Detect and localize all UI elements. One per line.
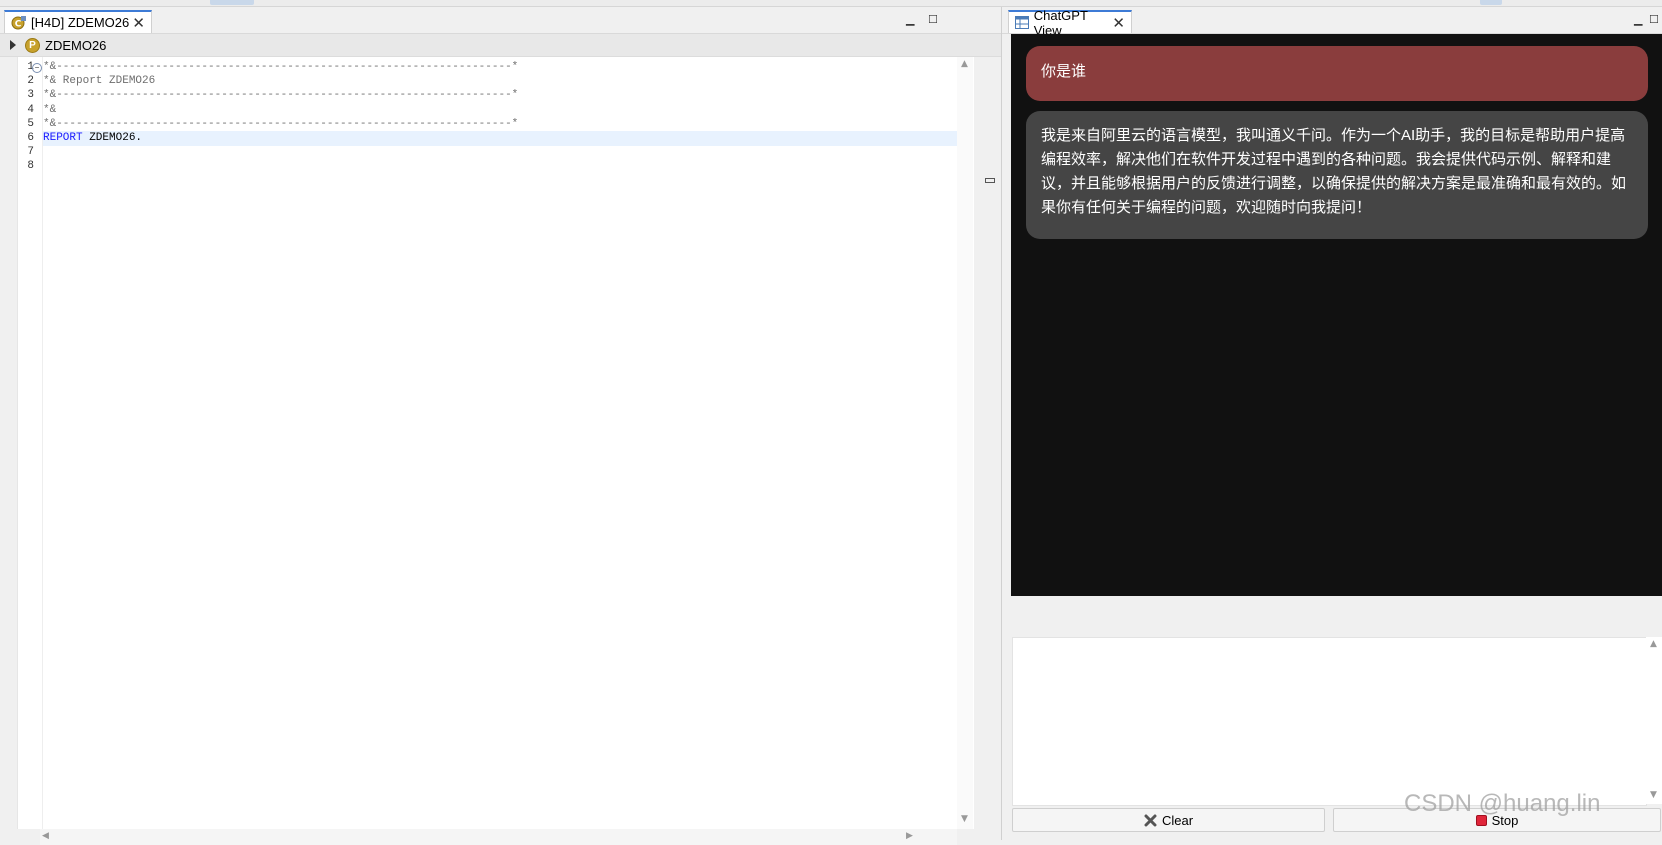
close-icon[interactable]: ✕ (1112, 14, 1125, 32)
toolbar-chip (210, 0, 254, 5)
code-line[interactable] (43, 159, 973, 174)
tab-zdemo26[interactable]: C [H4D] ZDEMO26 ✕ (4, 10, 152, 33)
top-toolbar-strip (0, 0, 1662, 7)
tab-label: [H4D] ZDEMO26 (31, 15, 130, 30)
expand-arrow-icon[interactable] (10, 40, 16, 50)
input-vertical-scrollbar[interactable]: ▲ ▼ (1646, 637, 1662, 804)
code-token: ZDEMO26. (82, 132, 143, 144)
code-line[interactable]: REPORT ZDEMO26. (43, 131, 973, 146)
scroll-up-icon[interactable]: ▲ (961, 59, 968, 69)
chat-tab-bar: ChatGPT View ✕ ▁ ☐ (1002, 7, 1662, 38)
user-message-bubble: 你是谁 (1026, 46, 1648, 101)
maximize-icon[interactable]: ☐ (928, 13, 938, 26)
code-editor[interactable]: 1−2 3 4 5 6 7 8 *&----------------------------… (17, 57, 974, 829)
comment-text: *&--------------------------------------… (43, 89, 519, 102)
comment-text: *& Report ZDEMO26 (43, 75, 156, 88)
toolbar-chip (1480, 0, 1502, 5)
clear-label: Clear (1161, 812, 1194, 828)
clear-button[interactable]: Clear (1012, 808, 1325, 832)
close-icon[interactable]: ✕ (132, 14, 145, 32)
comment-text: *& (43, 103, 57, 116)
line-number: 2 (27, 75, 34, 88)
line-number: 5 (27, 117, 34, 130)
comment-text: *&--------------------------------------… (43, 61, 519, 73)
abap-program-icon: C (11, 15, 27, 31)
tab-chatgpt-view[interactable]: ChatGPT View ✕ (1008, 8, 1132, 38)
view-grid-icon (1015, 15, 1030, 31)
code-line[interactable]: *&--------------------------------------… (43, 60, 973, 75)
outline-label[interactable]: ZDEMO26 (45, 38, 106, 53)
editor-pane: C [H4D] ZDEMO26 ✕ ▁ ☐ P ZDEMO26 1−2 3 4 5 6 7… (0, 7, 1001, 845)
line-number: 6 (27, 132, 34, 144)
line-number: 3 (27, 89, 34, 102)
keyword-token: REPORT (43, 132, 83, 144)
chat-history: 你是谁 我是来自阿里云的语言模型，我叫通义千问。作为一个AI助手，我的目标是帮助… (1011, 34, 1662, 596)
scroll-down-icon[interactable]: ▼ (961, 814, 968, 824)
editor-tab-bar: C [H4D] ZDEMO26 ✕ ▁ ☐ (0, 7, 1001, 34)
watermark: CSDN @huang.lin (1404, 790, 1601, 817)
line-number: 7 (27, 146, 34, 159)
scroll-up-icon[interactable]: ▲ (1650, 639, 1657, 649)
line-number: 4 (27, 103, 34, 116)
maximize-icon[interactable]: ☐ (1649, 13, 1659, 26)
minimize-icon[interactable]: ▁ (906, 13, 914, 26)
fold-collapse-icon[interactable]: − (32, 63, 42, 73)
svg-text:C: C (15, 19, 22, 29)
code-line[interactable] (43, 145, 973, 160)
clear-x-icon (1144, 814, 1157, 827)
chatgpt-view-pane: ChatGPT View ✕ ▁ ☐ 你是谁 我是来自阿里云的语言模型，我叫通义… (1001, 7, 1662, 840)
prompt-input[interactable] (1012, 637, 1647, 806)
assistant-message-bubble: 我是来自阿里云的语言模型，我叫通义千问。作为一个AI助手，我的目标是帮助用户提高… (1026, 111, 1648, 239)
code-line[interactable]: *& Report ZDEMO26 (43, 74, 973, 89)
tab-label: ChatGPT View (1033, 7, 1088, 38)
minimize-icon[interactable]: ▁ (1634, 13, 1642, 26)
line-number: 8 (27, 160, 34, 173)
comment-text: *&--------------------------------------… (43, 117, 519, 130)
line-number-gutter: 1−2 3 4 5 6 7 8 (18, 57, 43, 829)
editor-horizontal-scrollbar[interactable]: ◀ ▶ (40, 829, 957, 845)
code-line[interactable]: *& (43, 103, 973, 118)
editor-vertical-scrollbar[interactable]: ▲ ▼ (957, 57, 973, 829)
code-line[interactable]: *&--------------------------------------… (43, 88, 973, 103)
overview-ruler-mark (985, 178, 995, 183)
scroll-down-icon[interactable]: ▼ (1650, 790, 1657, 800)
code-line[interactable]: *&--------------------------------------… (43, 117, 973, 132)
outline-breadcrumb: P ZDEMO26 (0, 34, 1001, 57)
program-badge-icon: P (25, 37, 40, 53)
